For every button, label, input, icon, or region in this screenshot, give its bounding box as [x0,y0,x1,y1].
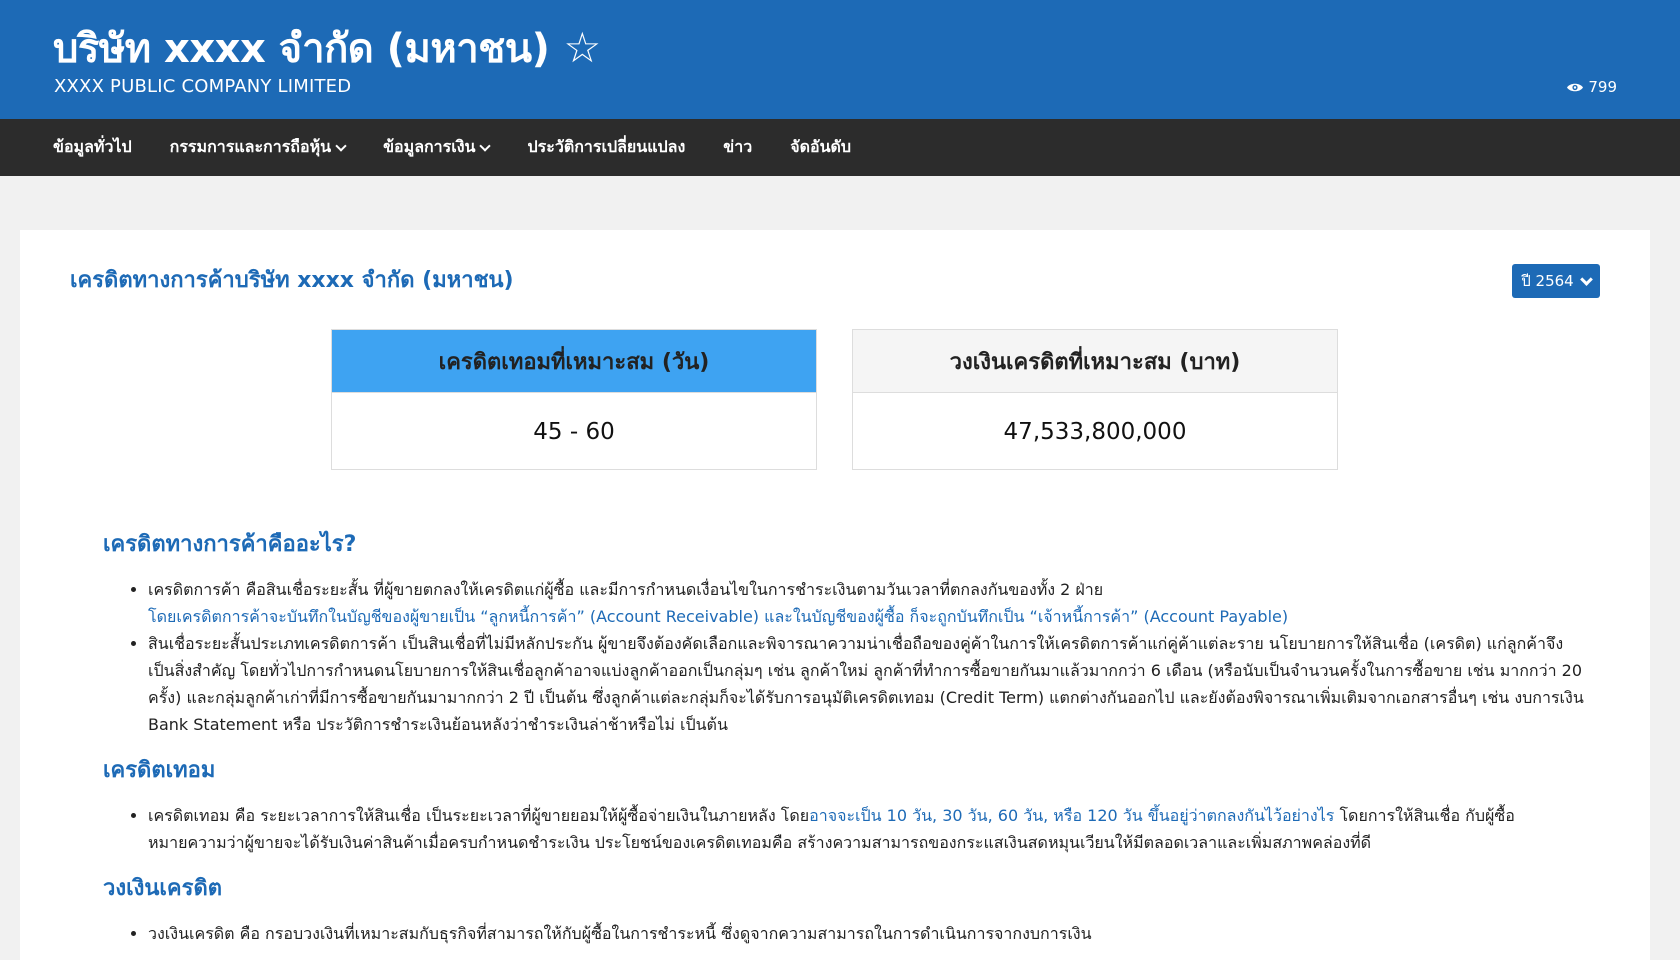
section-list-trade-credit: เครดิตการค้า คือสินเชื่อระยะสั้น ที่ผู้ข… [148,576,1588,738]
credit-term-box: เครดิตเทอมที่เหมาะสม (วัน) 45 - 60 [331,329,817,470]
bullet-text-highlight: อาจจะเป็น 10 วัน, 30 วัน, 60 วัน, หรือ 1… [809,806,1335,825]
company-name-th: บริษัท xxxx จำกัด (มหาชน) [53,26,550,72]
bullet-text: สินเชื่อระยะสั้นประเภทเครดิตการค้า เป็นส… [148,634,1584,734]
list-item: เครดิตการค้า คือสินเชื่อระยะสั้น ที่ผู้ข… [148,576,1588,630]
section-list-credit-limit: วงเงินเครดิต คือ กรอบวงเงินที่เหมาะสมกับ… [148,920,1588,947]
company-name-en: XXXX PUBLIC COMPANY LIMITED [54,76,352,97]
year-select-button[interactable]: ปี 2564 [1512,264,1600,298]
bullet-text-highlight: โดยเครดิตการค้าจะบันทึกในบัญชีของผู้ขายเ… [148,607,1289,626]
section-heading-credit-term: เครดิตเทอม [103,758,216,783]
nav-label: ข้อมูลทั่วไป [53,137,132,156]
card-title: เครดิตทางการค้าบริษัท xxxx จำกัด (มหาชน) [70,268,514,293]
chevron-down-icon [479,139,492,152]
credit-limit-box: วงเงินเครดิตที่เหมาะสม (บาท) 47,533,800,… [852,329,1338,470]
chevron-down-icon [1579,272,1593,286]
list-item: วงเงินเครดิต คือ กรอบวงเงินที่เหมาะสมกับ… [148,920,1588,947]
nav-label: กรรมการและการถือหุ้น [169,137,332,156]
credit-term-label: เครดิตเทอมที่เหมาะสม (วัน) [332,330,816,392]
list-item: เครดิตเทอม คือ ระยะเวลาการให้สินเชื่อ เป… [148,802,1588,856]
nav-label: จัดอันดับ [790,137,852,156]
section-list-credit-term: เครดิตเทอม คือ ระยะเวลาการให้สินเชื่อ เป… [148,802,1588,856]
nav-directors-shareholders[interactable]: กรรมการและการถือหุ้น [169,135,347,160]
eye-icon [1567,83,1584,91]
main-nav: ข้อมูลทั่วไป กรรมการและการถือหุ้น ข้อมูล… [0,119,1680,176]
nav-news[interactable]: ข่าว [723,135,752,160]
section-heading-what-is-trade-credit: เครดิตทางการค้าคืออะไร? [103,532,357,557]
nav-ranking[interactable]: จัดอันดับ [790,135,851,160]
chevron-down-icon [335,139,347,152]
list-item: สินเชื่อระยะสั้นประเภทเครดิตการค้า เป็นส… [148,630,1588,738]
view-count-value: 799 [1588,78,1617,96]
page-header: บริษัท xxxx จำกัด (มหาชน) ☆ XXXX PUBLIC … [0,0,1680,119]
star-icon[interactable]: ☆ [563,27,601,69]
nav-label: ข้อมูลการเงิน [383,137,476,156]
nav-label: ข่าว [723,137,753,156]
credit-term-value: 45 - 60 [332,392,816,470]
company-title: บริษัท xxxx จำกัด (มหาชน) ☆ [53,16,601,80]
credit-limit-label: วงเงินเครดิตที่เหมาะสม (บาท) [853,330,1337,392]
nav-financial-info[interactable]: ข้อมูลการเงิน [383,135,492,160]
trade-credit-card: เครดิตทางการค้าบริษัท xxxx จำกัด (มหาชน)… [20,230,1650,960]
nav-label: ประวัติการเปลี่ยนแปลง [527,137,686,156]
bullet-text: วงเงินเครดิต คือ กรอบวงเงินที่เหมาะสมกับ… [148,924,1092,943]
nav-change-history[interactable]: ประวัติการเปลี่ยนแปลง [527,135,685,160]
nav-general-info[interactable]: ข้อมูลทั่วไป [53,135,132,160]
section-heading-credit-limit: วงเงินเครดิต [103,876,223,901]
bullet-text: เครดิตเทอม คือ ระยะเวลาการให้สินเชื่อ เป… [148,806,810,825]
year-label: ปี 2564 [1521,272,1574,290]
view-count: 799 [1566,78,1617,96]
bullet-text: เครดิตการค้า คือสินเชื่อระยะสั้น ที่ผู้ข… [148,580,1104,599]
credit-limit-value: 47,533,800,000 [853,392,1337,470]
